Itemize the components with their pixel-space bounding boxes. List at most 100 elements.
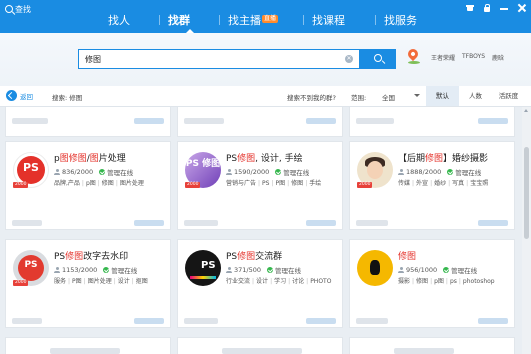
blur-strip — [478, 118, 508, 124]
tag-separator: | — [271, 180, 274, 187]
blur-strip — [12, 220, 42, 226]
group-meta: 1590/2000 管理在线 — [226, 167, 309, 177]
group-name[interactable]: PS修图改字去水印 — [54, 249, 169, 262]
sort-tab-activity[interactable]: 活跃度 — [492, 86, 525, 106]
search-summary: 搜索: 修图 — [52, 94, 83, 102]
close-icon[interactable] — [517, 4, 525, 12]
group-card-blurred[interactable] — [349, 107, 515, 137]
group-name[interactable]: 【后期修图】婚纱摄影 — [398, 151, 513, 164]
capacity-badge: 2000 — [357, 182, 373, 188]
group-tag: 服务 — [54, 278, 67, 285]
group-card[interactable]: PS 2000 PS修图改字去水印 1153/2000 管理在线 服务 | P图 | 图片… — [5, 239, 171, 328]
results-scrollbar[interactable] — [522, 107, 531, 354]
group-tag: 图片处理 — [119, 180, 144, 187]
group-tag: 修图 — [101, 180, 114, 187]
keyword-highlight: 图 — [89, 154, 99, 164]
group-card[interactable]: PS PS修图交流群 371/500 管理在线 行业交流 | 设计 | 学习 | 讨论 | PHO… — [177, 239, 343, 328]
group-tag: 设计 — [117, 278, 130, 285]
group-card[interactable]: 修图 956/1000 管理在线 摄影 | 修图 | p图 | ps | photoshop — [349, 239, 515, 328]
members-icon — [398, 169, 404, 175]
keyword-highlight: 修图 — [398, 252, 417, 262]
lock-icon[interactable] — [483, 4, 491, 12]
range-value: 全国 — [382, 94, 395, 102]
search-input[interactable] — [79, 50, 351, 68]
capacity-badge: 2000 — [13, 280, 29, 286]
group-meta: 1153/2000 管理在线 — [54, 265, 137, 275]
scroll-up-icon[interactable] — [524, 109, 528, 112]
tab-label: 找主播 — [228, 14, 261, 27]
group-tag: 传媒 — [398, 180, 411, 187]
search-button[interactable] — [360, 49, 396, 69]
group-tag: 品牌,产品 — [54, 180, 80, 187]
group-card-partial[interactable] — [5, 337, 171, 354]
skin-icon[interactable] — [466, 4, 474, 12]
range-select[interactable]: 全国 — [382, 92, 420, 102]
keyword-highlight: 修图 — [65, 252, 84, 262]
group-name[interactable]: PS修图, 设计, 手绘 — [226, 151, 341, 164]
sort-tab-members[interactable]: 人数 — [459, 86, 492, 106]
group-name[interactable]: p图修图/图片处理 — [54, 151, 169, 164]
group-name[interactable]: 修图 — [398, 249, 513, 262]
avatar-text: PS 修图 — [185, 159, 221, 169]
name-part: 【后期 — [398, 154, 426, 164]
filter-bar: 返回 搜索: 修图 搜索不到我的群? 范围: 全国 默认 人数 活跃度 — [0, 86, 531, 107]
tab-find-services[interactable]: 找服务 — [376, 0, 448, 33]
group-meta: 836/2000 管理在线 — [54, 167, 133, 177]
group-tag: 婚纱 — [434, 180, 447, 187]
search-box: ✕ — [78, 49, 360, 69]
hot-word[interactable]: 王者荣耀 — [431, 53, 455, 62]
admin-status: 管理在线 — [451, 267, 478, 275]
avatar-text: PS — [24, 260, 38, 270]
capacity-badge: 2000 — [185, 182, 201, 188]
tag-separator: | — [131, 278, 134, 285]
group-meta: 371/500 管理在线 — [226, 265, 301, 275]
capacity-badge: 2000 — [13, 182, 29, 188]
range-label: 范围: — [351, 94, 367, 102]
hot-word[interactable]: 鹿晗 — [492, 53, 504, 62]
clear-icon[interactable]: ✕ — [345, 55, 353, 63]
location-pin-icon[interactable] — [405, 46, 421, 62]
not-found-link[interactable]: 搜索不到我的群? — [287, 92, 336, 102]
tag-separator: | — [306, 278, 309, 285]
back-button[interactable]: 返回 — [6, 90, 33, 101]
group-tags: 行业交流 | 设计 | 学习 | 讨论 | PHOTO — [226, 276, 341, 285]
online-check-icon — [447, 169, 454, 175]
group-card[interactable]: 2000 【后期修图】婚纱摄影 1888/2000 管理在线 传媒 | 外宣 | 婚纱 | 写… — [349, 141, 515, 230]
group-card[interactable]: PS 修图 2000 PS修图, 设计, 手绘 1590/2000 管理在线 营销… — [177, 141, 343, 230]
group-name[interactable]: PS修图交流群 — [226, 249, 341, 262]
tag-separator: | — [412, 278, 415, 285]
search-area: ✕ 王者荣耀 TFBOYS 鹿晗 — [0, 33, 531, 86]
tab-find-courses[interactable]: 找课程 — [304, 0, 376, 33]
members-icon — [226, 267, 232, 273]
group-meta: 1888/2000 管理在线 — [398, 167, 481, 177]
scroll-thumb[interactable] — [524, 147, 529, 239]
group-meta: 956/1000 管理在线 — [398, 265, 477, 275]
back-arrow-icon — [6, 90, 17, 101]
group-card-partial[interactable] — [177, 337, 343, 354]
group-card-blurred[interactable] — [5, 107, 171, 137]
keyword-highlight: 修图 — [237, 252, 256, 262]
sort-tab-default[interactable]: 默认 — [426, 86, 459, 106]
admin-status: 管理在线 — [107, 169, 134, 177]
member-count: 1153/2000 — [62, 266, 98, 274]
group-card-partial[interactable] — [349, 337, 515, 354]
tag-separator: | — [113, 278, 116, 285]
tab-label: 找群 — [168, 14, 190, 27]
group-tag: 学习 — [274, 278, 287, 285]
group-tags: 品牌,产品 | p图 | 修图 | 图片处理 — [54, 178, 169, 187]
tab-find-groups[interactable]: 找群 — [160, 0, 220, 33]
blur-strip — [356, 220, 388, 226]
hot-word[interactable]: TFBOYS — [462, 53, 485, 62]
group-tag: 写真 — [452, 180, 465, 187]
online-check-icon — [267, 267, 274, 273]
online-check-icon — [99, 169, 106, 175]
name-part: PS — [226, 154, 238, 164]
tag-separator: | — [252, 278, 255, 285]
sort-tabs: 默认 人数 活跃度 — [426, 86, 525, 106]
group-card-blurred[interactable] — [177, 107, 343, 137]
minimize-icon[interactable] — [500, 4, 508, 12]
tab-find-streamers[interactable]: 找主播 直播 — [220, 0, 304, 33]
tab-find-people[interactable]: 找人 — [100, 0, 160, 33]
blur-strip — [478, 220, 508, 226]
group-card[interactable]: PS 2000 p图修图/图片处理 836/2000 管理在线 品牌,产品 | p图 |… — [5, 141, 171, 230]
